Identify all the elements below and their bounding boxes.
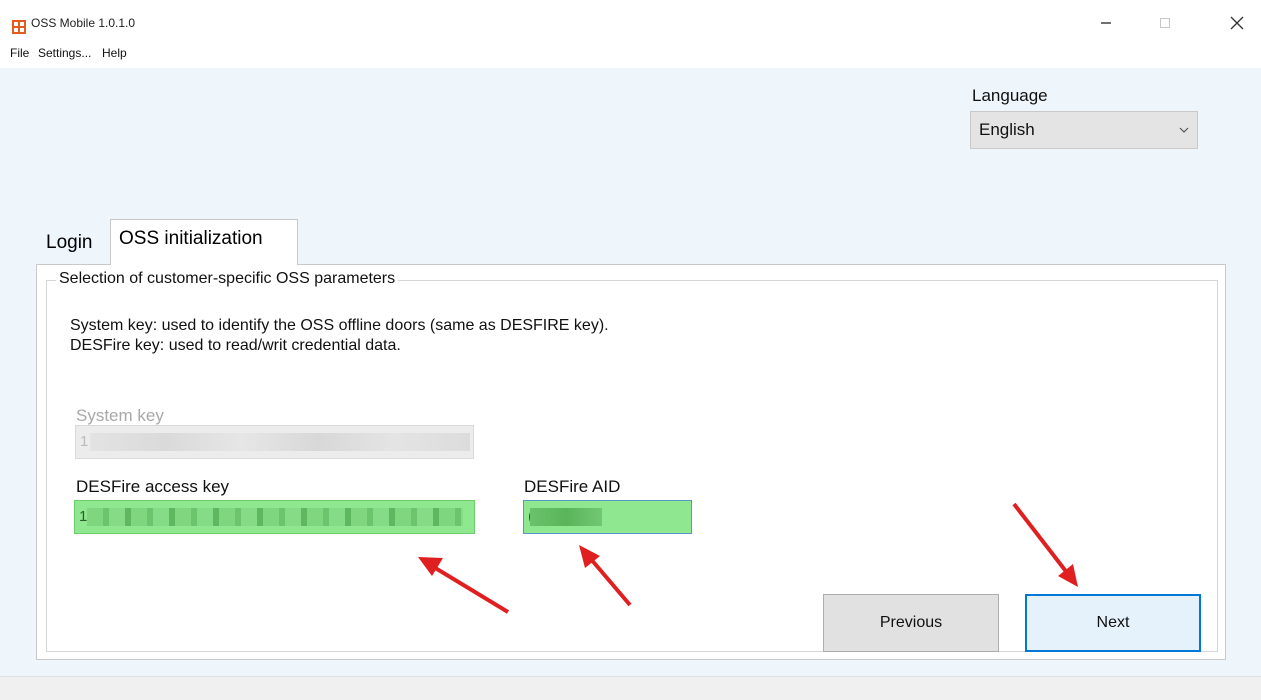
chevron-down-icon [1179, 127, 1189, 133]
system-key-value: 1 [80, 433, 89, 450]
system-key-label: System key [76, 406, 164, 425]
menu-help[interactable]: Help [102, 46, 127, 60]
tab-login-label: Login [46, 232, 93, 253]
close-icon [1230, 16, 1244, 30]
system-key-input: 1 [75, 425, 474, 459]
system-key-description: System key: used to identify the OSS off… [70, 317, 609, 334]
maximize-button[interactable] [1142, 8, 1188, 38]
maximize-icon [1160, 18, 1170, 28]
desfire-aid-label: DESFire AID [524, 477, 621, 496]
tab-oss-initialization[interactable]: OSS initialization [110, 219, 298, 265]
redacted-value [530, 508, 602, 526]
previous-button[interactable]: Previous [823, 594, 999, 652]
language-select[interactable]: English [970, 111, 1198, 149]
next-button[interactable]: Next [1025, 594, 1201, 652]
menu-bar: File Settings... Help [0, 38, 1261, 68]
app-logo-icon [12, 20, 26, 34]
status-bar [0, 676, 1261, 700]
desfire-access-key-label: DESFire access key [76, 477, 230, 496]
desfire-aid-input[interactable]: ( [523, 500, 692, 534]
desfire-access-key-input[interactable]: 1 [74, 500, 475, 534]
redacted-value [90, 433, 470, 451]
language-value: English [979, 120, 1035, 139]
menu-settings[interactable]: Settings... [38, 46, 91, 60]
redacted-value [87, 508, 463, 526]
desfire-key-description: DESFire key: used to read/writ credentia… [70, 337, 401, 354]
menu-file[interactable]: File [10, 46, 29, 60]
tab-oss-initialization-label: OSS initialization [119, 228, 263, 249]
title-bar: OSS Mobile 1.0.1.0 [0, 8, 1261, 38]
group-title: Selection of customer-specific OSS param… [56, 270, 399, 288]
minimize-button[interactable] [1083, 8, 1129, 38]
language-label: Language [972, 86, 1048, 105]
cropped-top-text [0, 0, 1261, 8]
window-title: OSS Mobile 1.0.1.0 [31, 16, 136, 30]
minimize-icon [1101, 22, 1111, 24]
close-button[interactable] [1214, 8, 1260, 38]
